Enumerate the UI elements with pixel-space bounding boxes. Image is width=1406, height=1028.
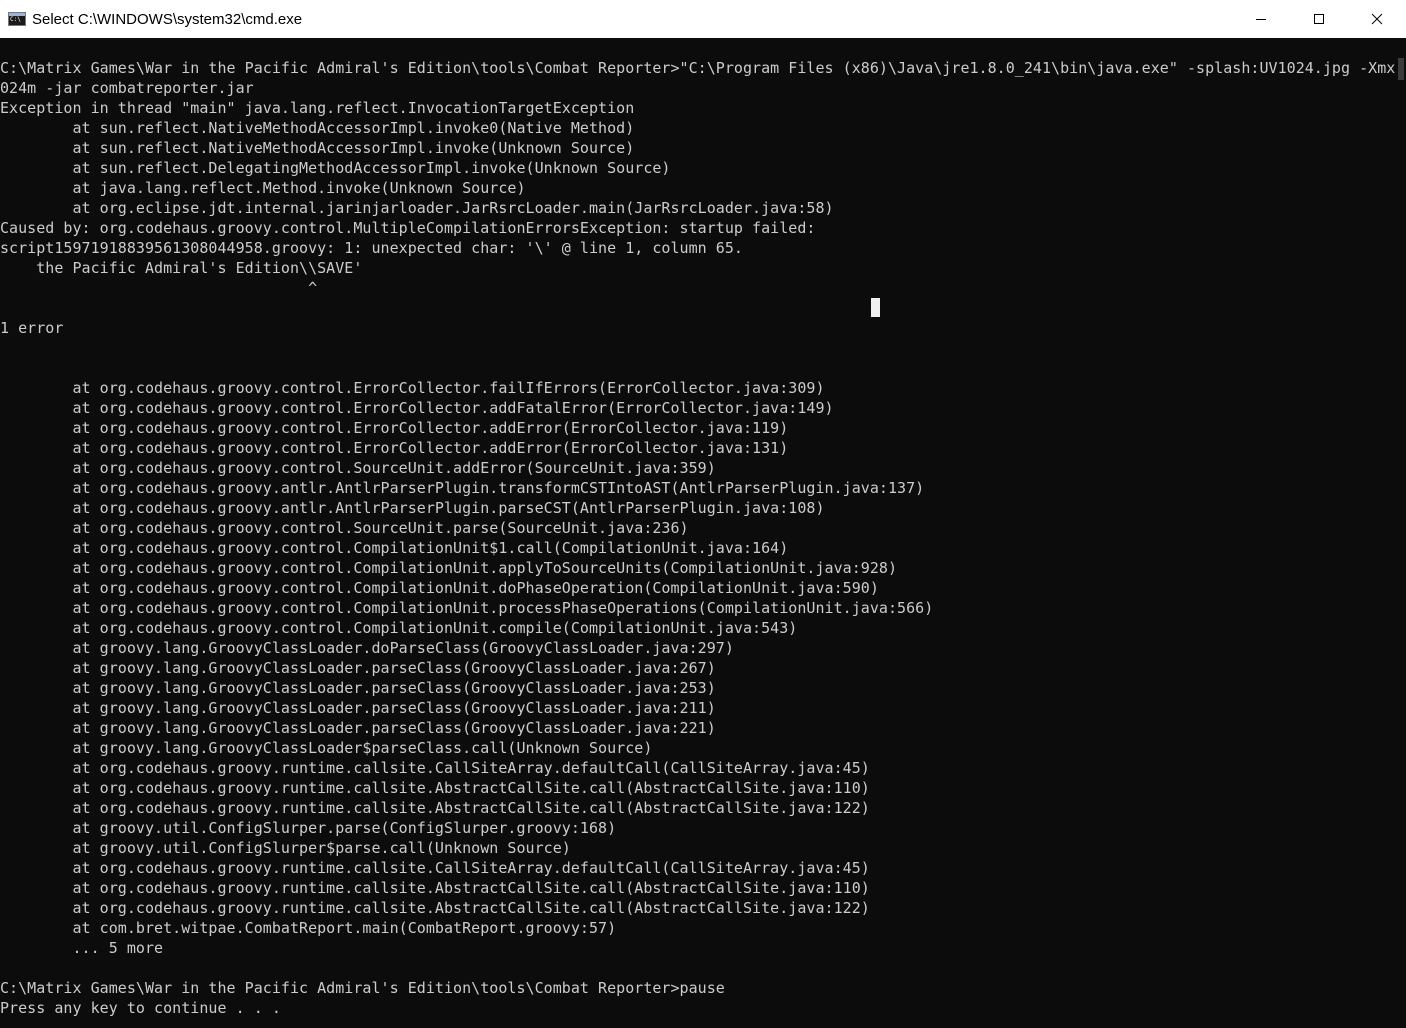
console-line: at groovy.lang.GroovyClassLoader$parseCl… [0, 739, 653, 757]
console-line: at org.codehaus.groovy.control.ErrorColl… [0, 419, 789, 437]
console-line: at org.eclipse.jdt.internal.jarinjarload… [0, 199, 834, 217]
vertical-scrollbar[interactable] [1396, 38, 1406, 1028]
console-line: at org.codehaus.groovy.control.ErrorColl… [0, 399, 834, 417]
minimize-button[interactable] [1232, 0, 1290, 38]
console-line: Press any key to continue . . . [0, 999, 281, 1017]
console-line: at org.codehaus.groovy.runtime.callsite.… [0, 899, 870, 917]
console-output[interactable]: C:\Matrix Games\War in the Pacific Admir… [0, 38, 1396, 1028]
console-line: the Pacific Admiral's Edition\\SAVE' [0, 259, 363, 277]
console-line: 1 error [0, 319, 64, 337]
console-line: at org.codehaus.groovy.runtime.callsite.… [0, 879, 870, 897]
console-line: at groovy.util.ConfigSlurper.parse(Confi… [0, 819, 617, 837]
console-line: at sun.reflect.NativeMethodAccessorImpl.… [0, 119, 635, 137]
console-line: at groovy.lang.GroovyClassLoader.parseCl… [0, 719, 716, 737]
cmd-icon[interactable] [8, 12, 26, 26]
console-line: at org.codehaus.groovy.control.ErrorColl… [0, 439, 789, 457]
console-line: at org.codehaus.groovy.control.SourceUni… [0, 459, 716, 477]
console-line: at com.bret.witpae.CombatReport.main(Com… [0, 919, 617, 937]
cmd-window: Select C:\WINDOWS\system32\cmd.exe C:\M [0, 0, 1406, 1028]
console-line: at sun.reflect.DelegatingMethodAccessorI… [0, 159, 671, 177]
console-line: at groovy.util.ConfigSlurper$parse.call(… [0, 839, 571, 857]
maximize-button[interactable] [1290, 0, 1348, 38]
console-line: at org.codehaus.groovy.runtime.callsite.… [0, 859, 870, 877]
console-line: Exception in thread "main" java.lang.ref… [0, 99, 635, 117]
console-line: at org.codehaus.groovy.control.Compilati… [0, 579, 879, 597]
minimize-icon [1256, 19, 1266, 20]
console-line: at org.codehaus.groovy.control.Compilati… [0, 599, 934, 617]
console-line: at org.codehaus.groovy.control.Compilati… [0, 539, 789, 557]
window-title: Select C:\WINDOWS\system32\cmd.exe [32, 10, 303, 28]
console-line: C:\Matrix Games\War in the Pacific Admir… [0, 59, 1396, 77]
console-line: Caused by: org.codehaus.groovy.control.M… [0, 219, 816, 237]
console-line: at org.codehaus.groovy.runtime.callsite.… [0, 779, 870, 797]
console-line: script15971918839561308044958.groovy: 1:… [0, 239, 743, 257]
console-line: at org.codehaus.groovy.control.ErrorColl… [0, 379, 825, 397]
scrollbar-thumb[interactable] [1398, 58, 1404, 80]
console-line: at org.codehaus.groovy.control.Compilati… [0, 619, 798, 637]
console-line: at org.codehaus.groovy.runtime.callsite.… [0, 799, 870, 817]
console-line: at sun.reflect.NativeMethodAccessorImpl.… [0, 139, 635, 157]
console-line: at groovy.lang.GroovyClassLoader.parseCl… [0, 699, 716, 717]
console-line: C:\Matrix Games\War in the Pacific Admir… [0, 979, 725, 997]
console-line: at groovy.lang.GroovyClassLoader.parseCl… [0, 659, 716, 677]
console-line: at org.codehaus.groovy.antlr.AntlrParser… [0, 479, 925, 497]
console-line: at java.lang.reflect.Method.invoke(Unkno… [0, 179, 526, 197]
window-controls [1232, 0, 1406, 38]
console-line: ... 5 more [0, 939, 164, 957]
console-line: at groovy.lang.GroovyClassLoader.parseCl… [0, 679, 716, 697]
close-icon [1371, 13, 1383, 25]
console-line: at org.codehaus.groovy.control.SourceUni… [0, 519, 689, 537]
title-bar[interactable]: Select C:\WINDOWS\system32\cmd.exe [0, 0, 1406, 38]
maximize-icon [1314, 14, 1324, 24]
console-line: at org.codehaus.groovy.control.Compilati… [0, 559, 898, 577]
console-line: at org.codehaus.groovy.antlr.AntlrParser… [0, 499, 825, 517]
close-button[interactable] [1348, 0, 1406, 38]
console-line: ^ [0, 279, 318, 297]
text-cursor [871, 298, 880, 317]
console-line: at groovy.lang.GroovyClassLoader.doParse… [0, 639, 734, 657]
console-text[interactable]: C:\Matrix Games\War in the Pacific Admir… [0, 58, 1396, 1018]
console-line: 024m -jar combatreporter.jar [0, 79, 254, 97]
console-line: at org.codehaus.groovy.runtime.callsite.… [0, 759, 870, 777]
